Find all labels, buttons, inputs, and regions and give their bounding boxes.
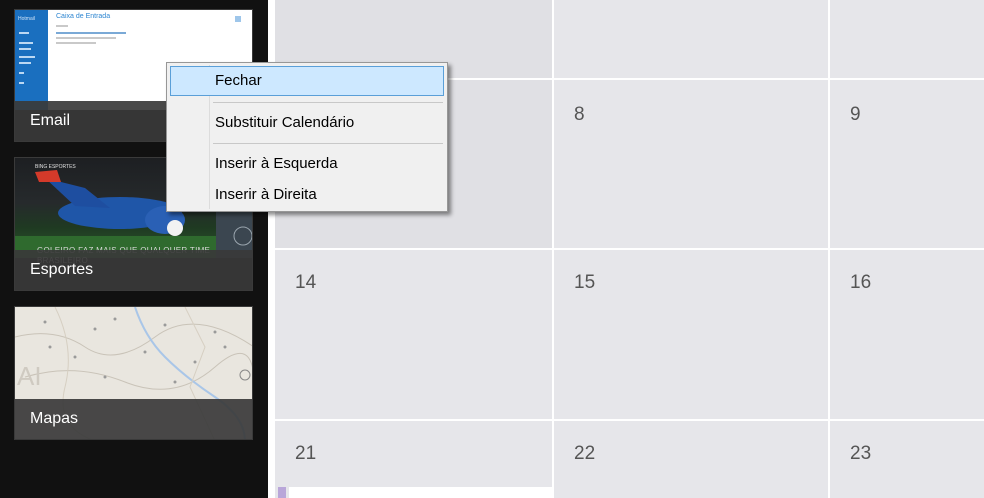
day-number: 15 [574, 272, 596, 293]
app-label-mapas: Mapas [30, 410, 79, 427]
day-number: 14 [295, 272, 317, 293]
menu-item-label: Inserir à Esquerda [215, 155, 338, 172]
event-marker [278, 487, 286, 498]
day-number: 23 [850, 443, 872, 464]
context-menu: Fechar Substituir Calendário Inserir à E… [166, 62, 448, 212]
calendar-day-cell[interactable]: 9 [830, 80, 984, 248]
day-number: 16 [850, 272, 872, 293]
menu-item-label: Substituir Calendário [215, 114, 355, 131]
app-thumbnail-mapas[interactable]: AI Mapas [14, 306, 253, 440]
menu-item-substituir-calendario[interactable]: Substituir Calendário [170, 108, 444, 138]
email-inbox-title: Caixa de Entrada [56, 13, 111, 20]
calendar-day-cell[interactable]: 14 [275, 250, 552, 419]
menu-item-label: Fechar [215, 72, 262, 89]
day-number: 8 [574, 104, 585, 125]
calendar-day-cell[interactable]: 23 [830, 421, 984, 498]
menu-separator [213, 102, 443, 103]
calendar-day-cell[interactable] [554, 0, 828, 78]
menu-separator [213, 143, 443, 144]
calendar-day-cell[interactable]: 22 [554, 421, 828, 498]
menu-item-label: Inserir à Direita [215, 186, 317, 203]
app-label-email: Email [30, 112, 71, 129]
esportes-label-bar: Esportes [15, 250, 252, 290]
calendar-day-cell[interactable]: 16 [830, 250, 984, 419]
menu-item-inserir-esquerda[interactable]: Inserir à Esquerda [170, 149, 444, 179]
menu-item-fechar[interactable]: Fechar [170, 66, 444, 96]
svg-text:AI: AI [17, 361, 42, 391]
email-nav-pane: Hotmail [15, 10, 48, 110]
event-strip [289, 487, 552, 498]
calendar-day-cell[interactable] [830, 0, 984, 78]
calendar-day-cell[interactable]: 8 [554, 80, 828, 248]
day-number: 9 [850, 104, 861, 125]
mapas-label-bar: Mapas [15, 399, 252, 439]
menu-item-inserir-direita[interactable]: Inserir à Direita [170, 180, 444, 210]
email-nav-title: Hotmail [18, 16, 35, 22]
calendar-day-cell[interactable]: 15 [554, 250, 828, 419]
day-number: 22 [574, 443, 596, 464]
app-label-esportes: Esportes [30, 261, 94, 278]
day-number: 21 [295, 443, 317, 464]
